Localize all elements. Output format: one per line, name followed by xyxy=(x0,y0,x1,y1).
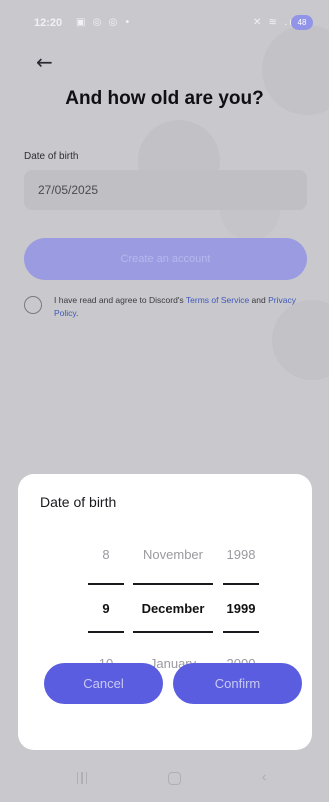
date-picker-sheet: Date of birth 8 9 10 November December J… xyxy=(18,474,312,750)
page-title: And how old are you? xyxy=(65,88,264,109)
system-nav-bar: ‹ xyxy=(0,760,329,802)
agree-suffix: . xyxy=(76,308,79,318)
recent-apps-icon[interactable] xyxy=(77,772,87,784)
year-selected[interactable]: 1999 xyxy=(223,601,259,616)
selection-line xyxy=(88,631,124,633)
confirm-button[interactable]: Confirm xyxy=(173,663,302,704)
agree-prefix: I have read and agree to Discord's xyxy=(54,295,186,305)
day-selected[interactable]: 9 xyxy=(88,601,124,616)
agree-text: I have read and agree to Discord's Terms… xyxy=(54,294,316,320)
app-screen: 12:20 ▣ ◎ ◎ • ✕ ≋ .ıl 48 ← And how old a… xyxy=(0,0,329,802)
battery-icon: 48 xyxy=(291,15,313,30)
status-time: 12:20 xyxy=(34,17,63,29)
notification-icons: ▣ ◎ ◎ • xyxy=(76,17,133,28)
dob-field[interactable]: 27/05/2025 xyxy=(24,170,307,210)
year-above[interactable]: 1998 xyxy=(223,547,259,562)
cancel-button[interactable]: Cancel xyxy=(44,663,163,704)
terms-link[interactable]: Terms of Service xyxy=(186,295,249,305)
selection-line xyxy=(133,583,213,585)
selection-line xyxy=(88,583,124,585)
day-above[interactable]: 8 xyxy=(88,547,124,562)
selection-line xyxy=(223,583,259,585)
status-bar: 12:20 ▣ ◎ ◎ • ✕ ≋ .ıl 48 xyxy=(0,0,329,36)
create-account-button[interactable]: Create an account xyxy=(24,238,307,280)
dob-value: 27/05/2025 xyxy=(38,183,99,197)
home-icon[interactable] xyxy=(168,772,181,785)
selection-line xyxy=(223,631,259,633)
month-above[interactable]: November xyxy=(133,547,213,562)
month-selected[interactable]: December xyxy=(133,601,213,616)
sheet-title: Date of birth xyxy=(40,494,117,510)
selection-line xyxy=(133,631,213,633)
agree-checkbox[interactable] xyxy=(24,296,42,314)
back-icon[interactable]: ‹ xyxy=(261,768,267,786)
back-arrow-icon[interactable]: ← xyxy=(36,52,53,72)
agree-and: and xyxy=(249,295,269,305)
dob-label: Date of birth xyxy=(24,151,79,162)
